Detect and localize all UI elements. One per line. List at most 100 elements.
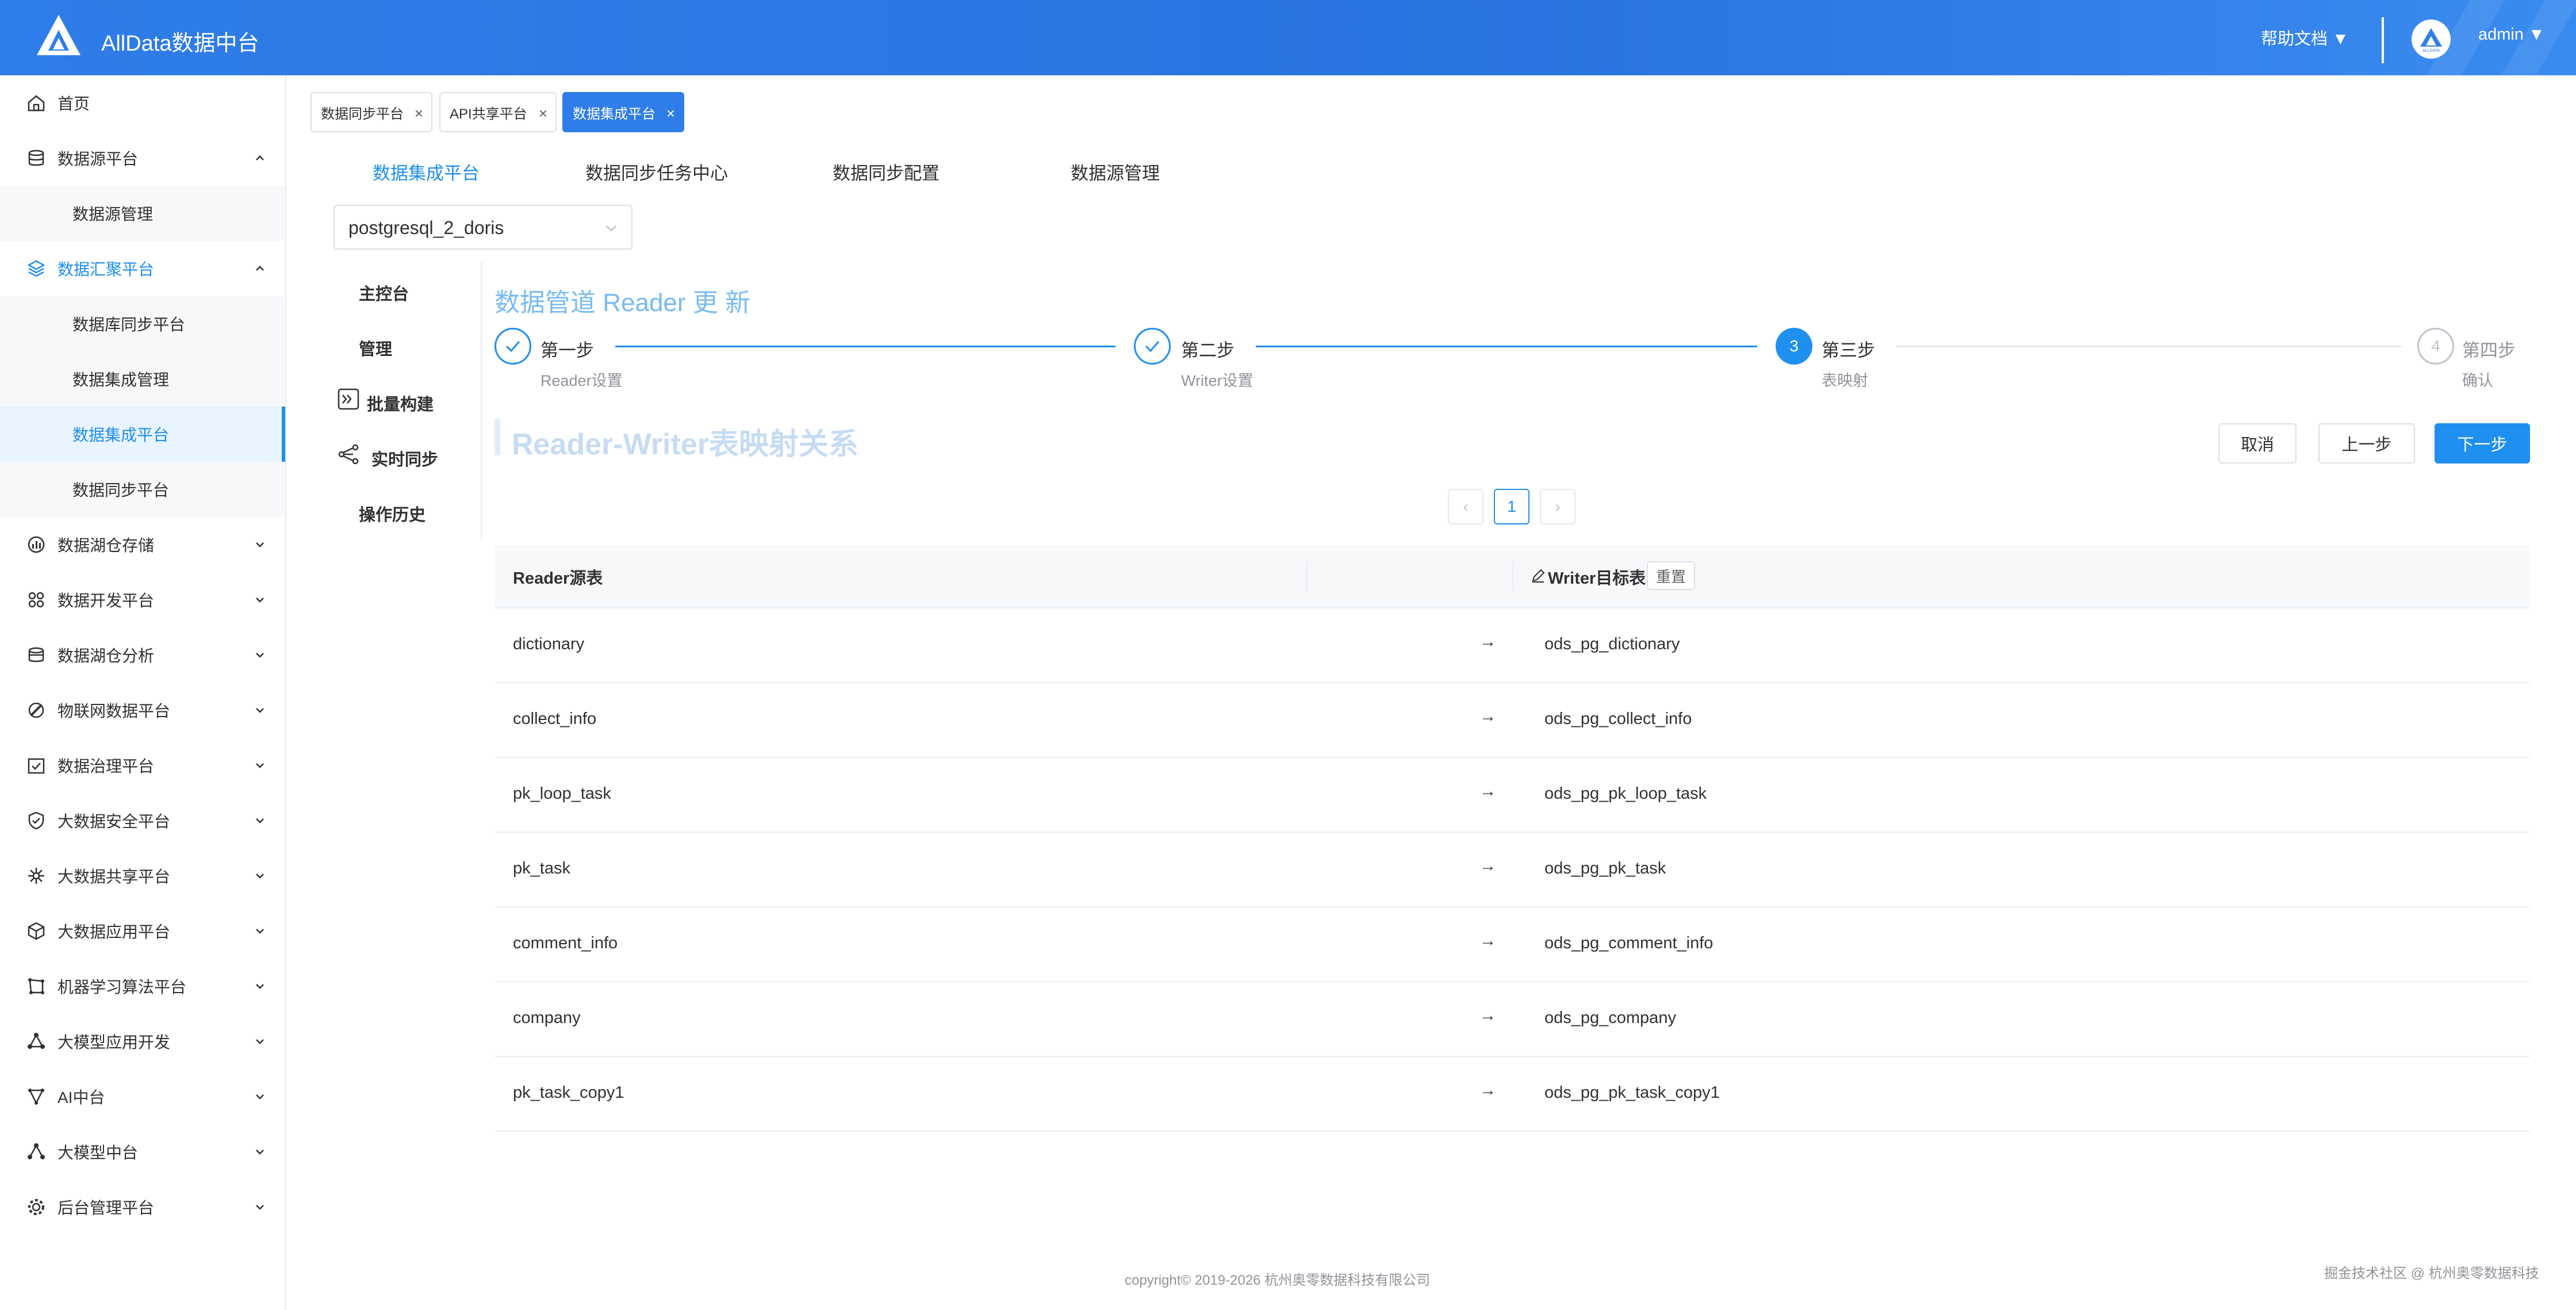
chevron-down-icon (606, 225, 616, 232)
sidebar-item-data-sync[interactable]: 数据同步平台 (0, 462, 285, 517)
close-icon[interactable]: × (666, 105, 675, 122)
reset-button[interactable]: 重置 (1647, 561, 1696, 590)
tag-label: 数据同步平台 (321, 106, 404, 122)
step-3-title: 第三步 (1822, 340, 1875, 361)
sidebar-item-security[interactable]: 大数据安全平台 (0, 793, 285, 848)
sidebar-item-llm-app-dev[interactable]: 大模型应用开发 (0, 1014, 285, 1069)
nodes-icon (28, 978, 44, 994)
subnav-divider (481, 262, 482, 538)
sidebar-item-lakehouse-analysis[interactable]: 数据湖仓分析 (0, 627, 285, 683)
writer-table-cell[interactable]: ods_pg_company (1544, 1009, 1676, 1028)
tab-datasource-manage[interactable]: 数据源管理 (1071, 159, 1160, 185)
sidebar-item-data-aggregation[interactable]: 数据汇聚平台 (0, 241, 285, 296)
tab-sync-task-center[interactable]: 数据同步任务中心 (585, 159, 728, 185)
close-icon[interactable]: × (415, 105, 423, 122)
sidebar-item-iot-platform[interactable]: 物联网数据平台 (0, 683, 285, 738)
app-title: AllData数据中台 (101, 32, 259, 56)
chevron-down-icon (256, 874, 264, 879)
writer-table-cell[interactable]: ods_pg_pk_loop_task (1544, 784, 1707, 803)
sidebar-item-label: 数据治理平台 (57, 757, 155, 775)
sidebar-item-governance[interactable]: 数据治理平台 (0, 738, 285, 793)
sidebar-item-ml-algorithm[interactable]: 机器学习算法平台 (0, 959, 285, 1014)
sidebar-item-dev-platform[interactable]: 数据开发平台 (0, 572, 285, 627)
sidebar-item-label: 大模型中台 (57, 1144, 139, 1162)
column-divider (1512, 562, 1513, 591)
realtime-sync-icon (338, 444, 359, 465)
help-docs-menu[interactable]: 帮助文档 ▼ (2261, 25, 2349, 49)
sidebar-item-label: 后台管理平台 (57, 1199, 155, 1217)
writer-table-cell[interactable]: ods_pg_collect_info (1544, 710, 1692, 729)
sidebar-item-integration-manage[interactable]: 数据集成管理 (0, 351, 285, 407)
sidebar-item-label: 数据库同步平台 (72, 316, 186, 334)
sidebar-item-datasource[interactable]: 数据源平台 (0, 131, 285, 186)
tag-integration-platform[interactable]: 数据集成平台 × (562, 92, 684, 132)
close-icon[interactable]: × (539, 105, 547, 122)
sidebar-item-application[interactable]: 大数据应用平台 (0, 903, 285, 959)
header-divider (2382, 17, 2384, 63)
shield-icon (28, 811, 44, 830)
chevron-up-icon (256, 266, 264, 271)
chevron-down-icon (256, 1150, 264, 1155)
molecule-icon (28, 1143, 45, 1159)
alldata-logo-icon[interactable] (34, 13, 83, 58)
sidebar-item-integration-platform[interactable]: 数据集成平台 (0, 407, 285, 462)
subnav-realtime-sync[interactable]: 实时同步 (371, 446, 438, 470)
sidebar-item-label: 数据开发平台 (57, 592, 155, 610)
step-line (1256, 346, 1757, 347)
col-reader-source: Reader源表 (513, 569, 603, 588)
tag-api-share[interactable]: API共享平台 × (439, 92, 557, 132)
sidebar-item-home[interactable]: 首页 (0, 75, 285, 131)
writer-table-cell[interactable]: ods_pg_comment_info (1544, 934, 1713, 953)
chevron-down-icon (256, 984, 264, 989)
subnav-manage[interactable]: 管理 (359, 336, 392, 360)
bar-chart-icon (28, 536, 45, 553)
sidebar-item-admin[interactable]: 后台管理平台 (0, 1179, 285, 1235)
home-icon (28, 95, 45, 112)
chevron-down-icon (256, 1205, 264, 1210)
chevron-up-icon (256, 155, 264, 160)
writer-table-cell[interactable]: ods_pg_dictionary (1544, 635, 1680, 654)
writer-table-cell[interactable]: ods_pg_pk_task (1544, 859, 1666, 878)
step-1-check (494, 328, 531, 365)
sidebar-item-datasource-manage[interactable]: 数据源管理 (0, 186, 285, 241)
pagination-next-button[interactable]: › (1540, 489, 1575, 524)
sidebar-item-share[interactable]: 大数据共享平台 (0, 848, 285, 903)
next-step-button[interactable]: 下一步 (2435, 423, 2530, 464)
subnav-history[interactable]: 操作历史 (359, 501, 425, 526)
sidebar-item-label: 数据同步平台 (72, 481, 170, 499)
pagination-prev-button[interactable]: ‹ (1448, 489, 1483, 524)
table-row: company → ods_pg_company (494, 982, 2530, 1057)
sidebar-item-label: 首页 (57, 95, 90, 113)
user-menu[interactable]: admin ▼ (2478, 25, 2545, 44)
pagination-page-1[interactable]: 1 (1494, 489, 1529, 524)
tab-sync-config[interactable]: 数据同步配置 (833, 159, 940, 185)
table-row: collect_info → ods_pg_collect_info (494, 683, 2530, 758)
sidebar-item-llm-platform[interactable]: 大模型中台 (0, 1124, 285, 1179)
chevron-down-icon (256, 597, 264, 603)
subnav-batch-build[interactable]: 批量构建 (367, 391, 434, 415)
prev-step-button[interactable]: 上一步 (2318, 423, 2415, 464)
subnav-dashboard[interactable]: 主控台 (359, 281, 409, 305)
reader-table-cell: collect_info (513, 710, 597, 728)
mapping-arrow-icon: → (1479, 707, 1496, 726)
sidebar-item-label: AI中台 (57, 1089, 105, 1106)
sidebar-item-label: 数据湖仓存储 (57, 537, 155, 554)
project-select[interactable]: postgresql_2_doris (334, 205, 632, 250)
table-row: dictionary → ods_pg_dictionary (494, 608, 2530, 683)
sidebar-item-db-sync[interactable]: 数据库同步平台 (0, 296, 285, 351)
table-row: pk_task → ods_pg_pk_task (494, 833, 2530, 907)
sidebar-item-ai-platform[interactable]: AI中台 (0, 1069, 285, 1124)
sidebar-item-label: 数据湖仓分析 (57, 647, 155, 665)
reader-table-cell: company (513, 1009, 581, 1027)
writer-table-cell[interactable]: ods_pg_pk_task_copy1 (1544, 1083, 1720, 1102)
avatar[interactable]: ALLDATA (2412, 20, 2451, 59)
mapping-arrow-icon: → (1479, 1006, 1496, 1025)
reader-table-cell: pk_task (513, 859, 570, 878)
cancel-button[interactable]: 取消 (2218, 423, 2297, 464)
step-1-desc: Reader设置 (540, 372, 623, 389)
step-4-desc: 确认 (2462, 372, 2493, 389)
tab-integration-platform[interactable]: 数据集成平台 (373, 159, 480, 185)
tag-data-sync[interactable]: 数据同步平台 × (310, 92, 432, 132)
checkbox-icon (28, 758, 45, 774)
sidebar-item-lakehouse-storage[interactable]: 数据湖仓存储 (0, 517, 285, 572)
